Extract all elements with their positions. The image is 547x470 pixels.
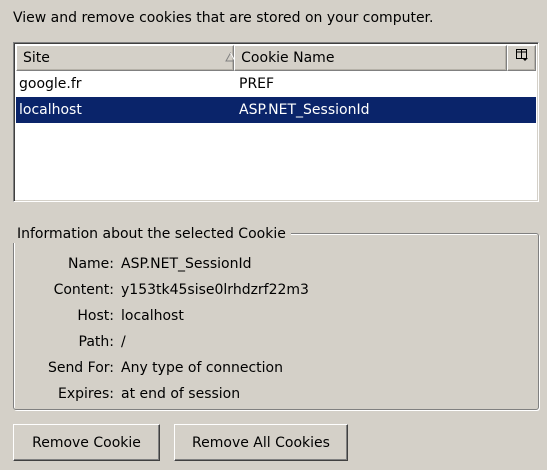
info-expires-row: Expires: at end of session	[14, 381, 514, 407]
remove-all-cookies-button[interactable]: Remove All Cookies	[174, 424, 348, 461]
column-picker-button[interactable]	[507, 45, 536, 71]
column-header-site-label: Site	[23, 50, 50, 66]
info-send-for-label: Send For:	[47, 360, 114, 376]
cookie-row-name: PREF	[239, 76, 275, 92]
column-header-cookie-name-label: Cookie Name	[241, 50, 335, 66]
cookie-info-groupbox: Name: ASP.NET_SessionId Content: y153tk4…	[13, 233, 539, 410]
info-path-label: Path:	[78, 334, 114, 350]
info-name-row: Name: ASP.NET_SessionId	[14, 251, 514, 277]
remove-cookie-button[interactable]: Remove Cookie	[13, 424, 160, 461]
column-header-site[interactable]: Site	[16, 45, 237, 71]
info-expires-value: at end of session	[121, 386, 241, 402]
cookie-row-name: ASP.NET_SessionId	[239, 102, 370, 118]
cookie-row[interactable]: google.fr PREF	[16, 71, 536, 97]
info-content-label: Content:	[53, 282, 114, 298]
intro-text: View and remove cookies that are stored …	[13, 10, 434, 26]
info-host-row: Host: localhost	[14, 303, 514, 329]
info-path-row: Path: /	[14, 329, 514, 355]
cookie-row-site: google.fr	[19, 76, 82, 92]
info-name-label: Name:	[67, 256, 114, 272]
info-host-label: Host:	[77, 308, 114, 324]
info-name-value: ASP.NET_SessionId	[121, 256, 252, 272]
column-header-cookie-name[interactable]: Cookie Name	[234, 45, 508, 71]
info-content-value: y153tk45sise0lrhdzrf22m3	[121, 282, 309, 298]
info-content-row: Content: y153tk45sise0lrhdzrf22m3	[14, 277, 514, 303]
info-path-value: /	[121, 334, 126, 350]
cookie-row-site: localhost	[19, 102, 82, 118]
cookie-list[interactable]: Site Cookie Name google.fr PREF localhos…	[13, 42, 539, 202]
column-picker-icon	[515, 46, 529, 70]
info-expires-label: Expires:	[58, 386, 114, 402]
cookie-info-title: Information about the selected Cookie	[13, 225, 291, 243]
list-header: Site Cookie Name	[16, 45, 536, 71]
cookie-row-selected[interactable]: localhost ASP.NET_SessionId	[16, 97, 536, 123]
list-body: google.fr PREF localhost ASP.NET_Session…	[16, 71, 536, 123]
info-host-value: localhost	[121, 308, 184, 324]
info-send-for-value: Any type of connection	[121, 360, 283, 376]
info-send-for-row: Send For: Any type of connection	[14, 355, 514, 381]
